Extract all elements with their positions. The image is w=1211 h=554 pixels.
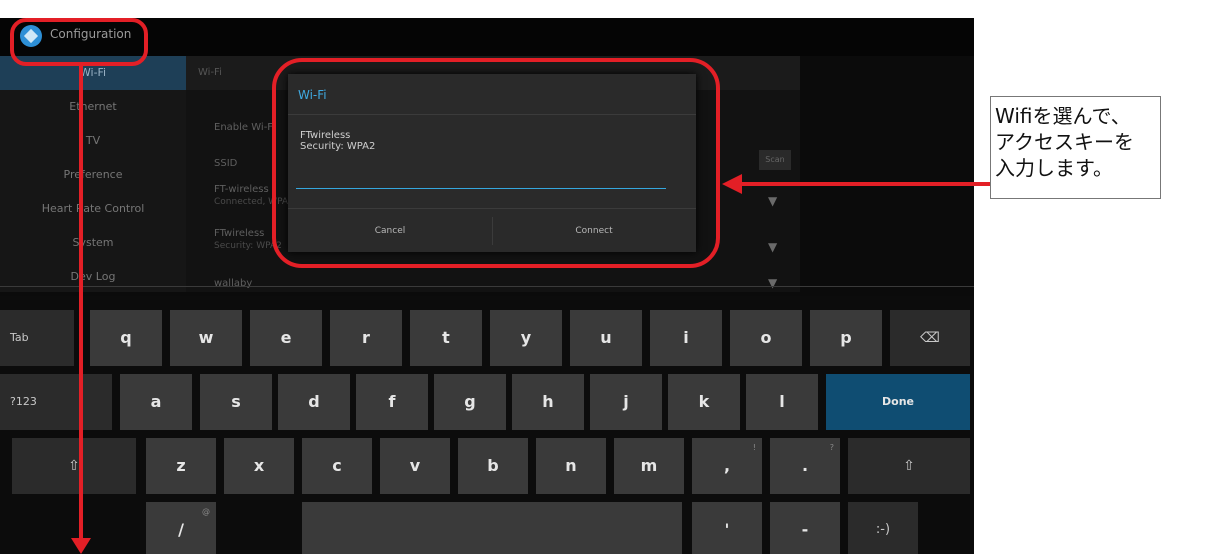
key-p[interactable]: p: [810, 310, 882, 366]
scan-button[interactable]: Scan: [759, 150, 791, 170]
key-o[interactable]: o: [730, 310, 802, 366]
key-g[interactable]: g: [434, 374, 506, 430]
ssid-label: SSID: [214, 158, 238, 169]
key-a[interactable]: a: [120, 374, 192, 430]
sidebar-item-heart-rate-control[interactable]: Heart Rate Control: [0, 192, 186, 226]
arrow-left-icon: [722, 174, 742, 194]
settings-sidebar: Wi-Fi Ethernet TV Preference Heart Rate …: [0, 56, 186, 292]
key-hint: ?: [829, 443, 834, 452]
key-w[interactable]: w: [170, 310, 242, 366]
wifi-signal-icon: ▼: [768, 240, 778, 254]
key-hint: !: [752, 443, 756, 452]
key-x[interactable]: x: [224, 438, 294, 494]
sidebar-item-dev-log[interactable]: Dev Log: [0, 260, 186, 294]
sidebar-item-tv[interactable]: TV: [0, 124, 186, 158]
done-button[interactable]: Done: [826, 374, 970, 430]
network-name: FT-wireless: [214, 184, 269, 195]
key-apostrophe[interactable]: ': [692, 502, 762, 554]
key-e[interactable]: e: [250, 310, 322, 366]
key-l[interactable]: l: [746, 374, 818, 430]
key-u[interactable]: u: [570, 310, 642, 366]
backspace-icon[interactable]: ⌫: [890, 310, 970, 366]
shift-left-icon[interactable]: ⇧: [12, 438, 136, 494]
annotation-arrow-line: [740, 182, 991, 186]
arrow-down-icon: [71, 538, 91, 554]
key-y[interactable]: y: [490, 310, 562, 366]
key-c[interactable]: c: [302, 438, 372, 494]
key-t[interactable]: t: [410, 310, 482, 366]
soft-keyboard: Tab q w e r t y u i o p ⌫ ?123 a s d f g…: [0, 296, 974, 554]
key-slash[interactable]: / @: [146, 502, 216, 554]
key-v[interactable]: v: [380, 438, 450, 494]
key-k[interactable]: k: [668, 374, 740, 430]
key-i[interactable]: i: [650, 310, 722, 366]
keyboard-divider: [0, 286, 974, 287]
enable-wifi-label[interactable]: Enable Wi-Fi: [214, 122, 275, 134]
sidebar-item-system[interactable]: System: [0, 226, 186, 260]
key-s[interactable]: s: [200, 374, 272, 430]
symbols-key[interactable]: ?123: [0, 374, 112, 430]
key-n[interactable]: n: [536, 438, 606, 494]
tab-key[interactable]: Tab: [0, 310, 74, 366]
sidebar-item-preference[interactable]: Preference: [0, 158, 186, 192]
key-h[interactable]: h: [512, 374, 584, 430]
key-r[interactable]: r: [330, 310, 402, 366]
key-comma[interactable]: ,!: [692, 438, 762, 494]
annotation-callout: Wifiを選んで、 アクセスキーを 入力します。: [990, 96, 1161, 199]
network-name: wallaby: [214, 278, 253, 289]
annotation-arrow-line-vertical: [79, 64, 83, 542]
key-period[interactable]: .?: [770, 438, 840, 494]
key-hyphen[interactable]: -: [770, 502, 840, 554]
key-m[interactable]: m: [614, 438, 684, 494]
configuration-highlight: [10, 18, 148, 66]
smiley-key[interactable]: :-): [848, 502, 918, 554]
dialog-highlight: [272, 58, 720, 268]
key-f[interactable]: f: [356, 374, 428, 430]
key-b[interactable]: b: [458, 438, 528, 494]
shift-right-icon[interactable]: ⇧: [848, 438, 970, 494]
sidebar-item-ethernet[interactable]: Ethernet: [0, 90, 186, 124]
key-j[interactable]: j: [590, 374, 662, 430]
key-q[interactable]: q: [90, 310, 162, 366]
wifi-signal-icon: ▼: [768, 276, 778, 290]
wifi-signal-icon: ▼: [768, 194, 778, 208]
key-hint: @: [202, 507, 210, 516]
key-d[interactable]: d: [278, 374, 350, 430]
space-bar[interactable]: [302, 502, 682, 554]
network-item[interactable]: wallaby: [214, 278, 252, 290]
network-name: FTwireless: [214, 228, 265, 239]
